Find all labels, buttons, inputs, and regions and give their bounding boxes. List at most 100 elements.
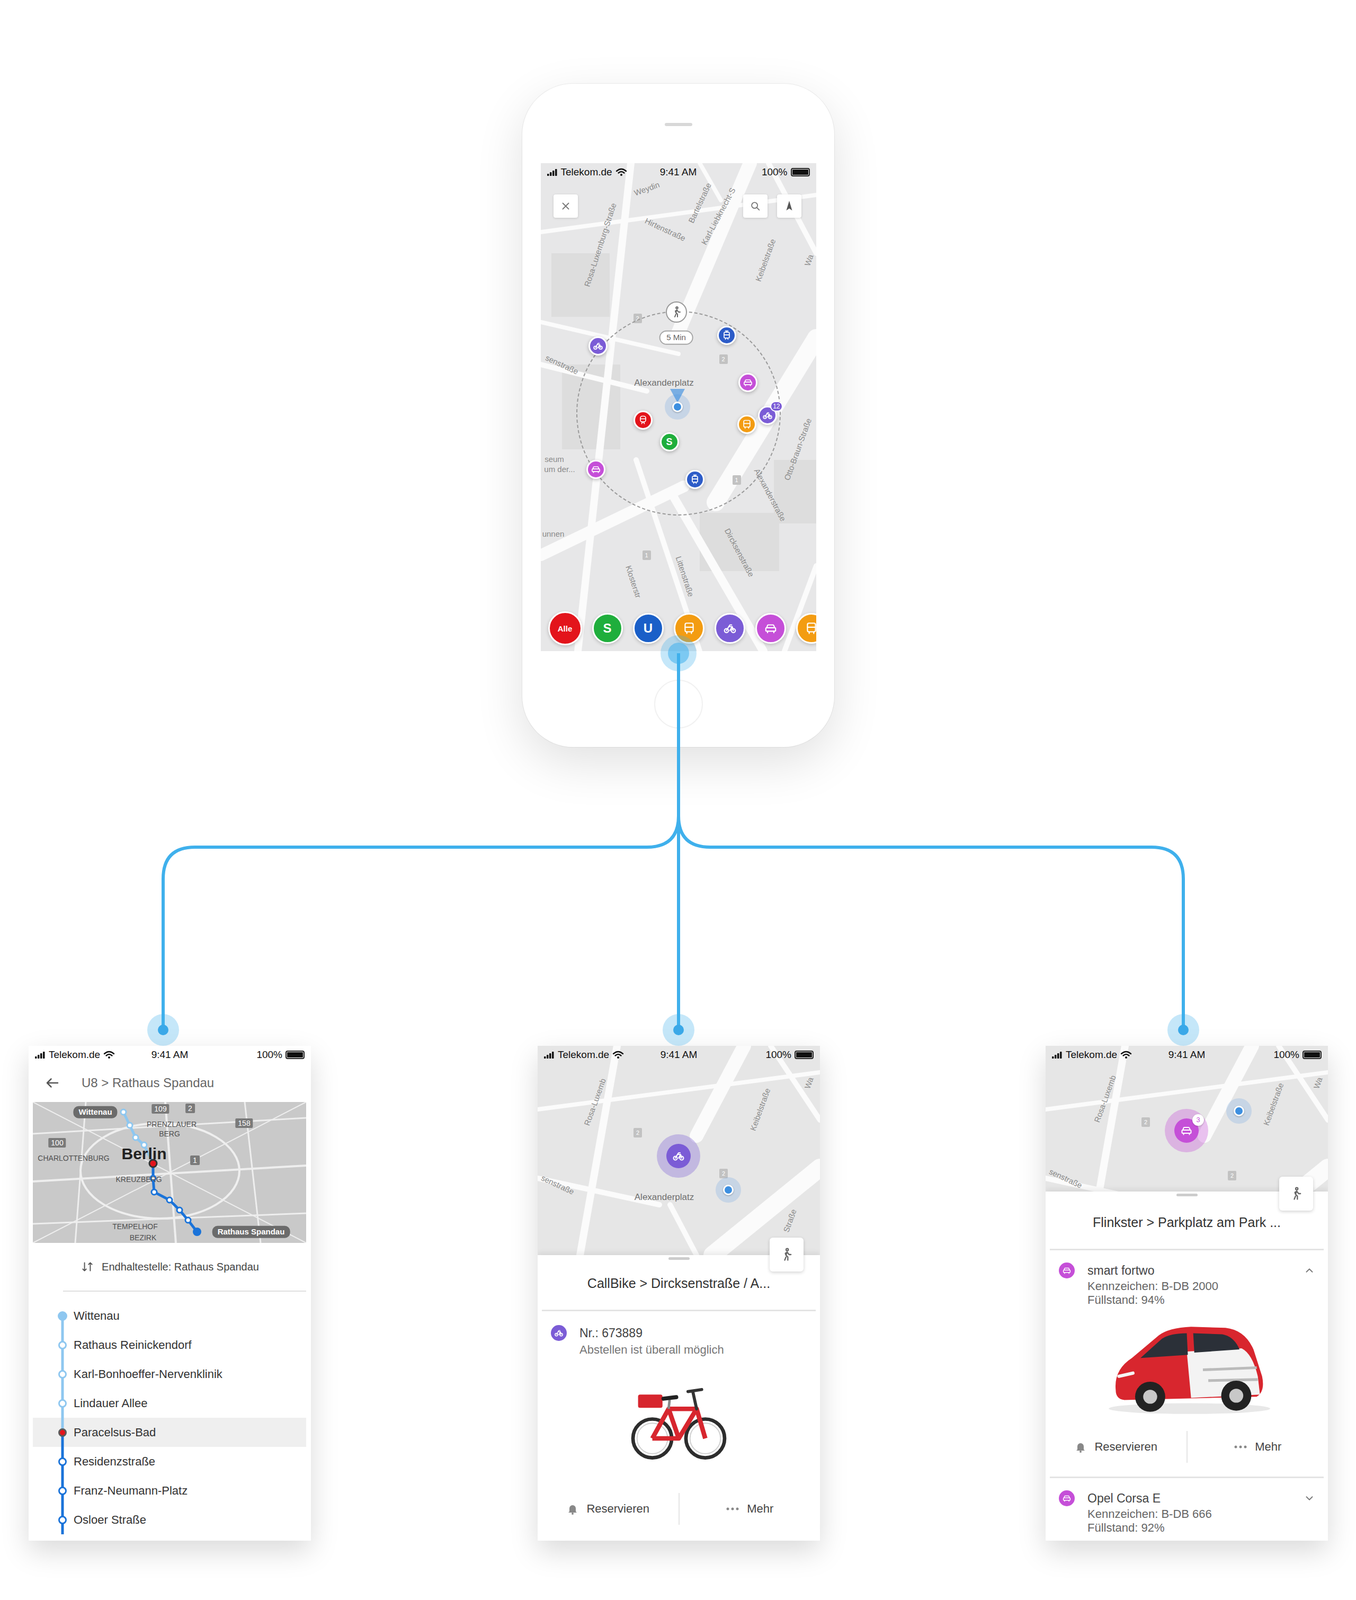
vehicle-item: Opel Corsa EKennzeichen: B-DB 666Füllsta… <box>1045 1477 1328 1535</box>
map-pin[interactable] <box>717 325 737 345</box>
clock: 9:41 AM <box>151 1048 189 1061</box>
map-pin[interactable]: S <box>659 432 680 452</box>
district-label: TEMPELHOF <box>112 1222 158 1230</box>
map[interactable]: Rosa-LuxembKeibelstraßeWasenstraßeStraße… <box>537 1045 820 1255</box>
filter-chip[interactable] <box>673 612 705 644</box>
close-button[interactable] <box>553 194 578 218</box>
walk-route-button[interactable] <box>1279 1176 1314 1211</box>
map-toolbar <box>540 181 817 218</box>
bike-icon <box>554 1327 564 1338</box>
street-label: Keibelstraße <box>753 237 777 283</box>
selected-pin[interactable]: 3 <box>1164 1108 1209 1153</box>
street-label: Straße <box>781 1207 798 1233</box>
map[interactable]: Rosa-LuxembKeibelstraßeWasenstraße223Tel… <box>1045 1045 1328 1192</box>
district-label: BERG <box>158 1129 181 1138</box>
train-icon <box>637 414 649 426</box>
car-icon <box>742 377 754 388</box>
road-number: 1 <box>190 1155 200 1165</box>
stop-row[interactable]: Lindauer Allee <box>32 1388 307 1418</box>
filter-chip[interactable] <box>755 612 787 644</box>
speaker-slot <box>664 122 693 127</box>
home-button[interactable] <box>654 679 703 729</box>
vehicle-header[interactable]: smart fortwoKennzeichen: B-DB 2000Füllst… <box>1045 1250 1328 1307</box>
stop-row[interactable]: Franz-Neumann-Platz <box>32 1475 307 1505</box>
stop-row[interactable]: Residenzstraße <box>32 1446 307 1476</box>
swap-direction-icon[interactable] <box>80 1259 95 1274</box>
action-button[interactable]: Mehr <box>1186 1430 1329 1463</box>
wifi-icon <box>612 1050 624 1059</box>
phone-frame: WeydinBartelstraßeKarl-Liebknecht-SHirte… <box>522 83 835 747</box>
filter-chip[interactable] <box>714 612 746 644</box>
compass-icon <box>783 199 796 213</box>
stop-dot-icon <box>57 1310 68 1321</box>
stop-row[interactable]: Karl-Bonhoeffer-Nervenklinik <box>32 1359 307 1389</box>
map-pin[interactable]: 12 <box>757 405 778 425</box>
road-number: 109 <box>151 1103 169 1114</box>
walk-marker <box>665 301 688 323</box>
filter-chip[interactable] <box>796 612 817 644</box>
route-marker: 1 <box>732 475 742 485</box>
target-node <box>1167 1013 1200 1046</box>
stop-dot-icon <box>58 1340 67 1350</box>
bike-photo <box>537 1372 820 1465</box>
map-pin[interactable] <box>586 459 606 479</box>
line-rail <box>56 1330 69 1360</box>
stop-row[interactable]: Rathaus Reinickendorf <box>32 1330 307 1360</box>
battery-icon <box>790 167 810 177</box>
back-arrow-icon[interactable] <box>44 1074 61 1091</box>
map-pin[interactable] <box>633 410 653 430</box>
pin-count-badge: 12 <box>770 400 783 412</box>
filter-chip[interactable]: U <box>632 612 664 644</box>
line-rail <box>56 1446 69 1476</box>
bike-detail-screen: Rosa-LuxembKeibelstraßeWasenstraßeStraße… <box>537 1045 820 1541</box>
stop-row[interactable]: Wittenau <box>32 1300 307 1331</box>
destination-row: Endhaltestelle: Rathaus Spandau <box>28 1242 311 1291</box>
tram-icon <box>721 329 733 341</box>
signal-icon <box>547 168 558 176</box>
sheet-title: Flinkster > Parkplatz am Park ... <box>1045 1214 1328 1249</box>
map-pin[interactable] <box>737 414 757 434</box>
north-button[interactable] <box>777 194 802 218</box>
search-button[interactable] <box>743 194 768 218</box>
road-number: 100 <box>48 1137 66 1148</box>
walk-route-button[interactable] <box>769 1237 804 1272</box>
header: U8 > Rathaus Spandau <box>28 1063 311 1102</box>
station-tag: Wittenau <box>73 1105 118 1119</box>
carrier-name: Telekom.de <box>1065 1048 1118 1061</box>
route-marker: 2 <box>1227 1170 1237 1181</box>
map-pin[interactable] <box>738 372 758 392</box>
action-bar: ReservierenMehr <box>537 1492 820 1525</box>
district-label: BEZIRK <box>129 1233 157 1242</box>
clock: 9:41 AM <box>660 1048 698 1061</box>
map[interactable]: WeydinBartelstraßeKarl-Liebknecht-SHirte… <box>540 163 817 651</box>
selected-pin[interactable] <box>656 1134 701 1178</box>
car-icon <box>590 464 602 475</box>
battery-percent: 100% <box>765 1048 792 1061</box>
battery-percent: 100% <box>761 166 788 178</box>
clock: 9:41 AM <box>659 166 698 178</box>
stop-row[interactable]: Osloer Straße <box>32 1504 307 1534</box>
filter-chip[interactable]: Alle <box>548 611 583 646</box>
map-pin[interactable] <box>588 336 608 356</box>
sheet-handle[interactable] <box>668 1256 690 1260</box>
vehicle-header[interactable]: Opel Corsa EKennzeichen: B-DB 666Füllsta… <box>1045 1477 1328 1535</box>
filter-chip[interactable]: S <box>592 612 623 644</box>
route-map[interactable]: WittenauRathaus Spandau10921581001PRENZL… <box>32 1101 307 1243</box>
carrier-name: Telekom.de <box>48 1048 101 1061</box>
action-button[interactable]: Reservieren <box>1045 1430 1187 1463</box>
filter-bar: Alle SU <box>540 611 817 651</box>
sheet-handle[interactable] <box>1176 1193 1198 1197</box>
stop-row[interactable]: Paracelsus-Bad <box>32 1417 307 1447</box>
action-button[interactable]: Mehr <box>678 1492 821 1525</box>
chevron-icon[interactable] <box>1303 1264 1316 1277</box>
battery-icon <box>285 1050 305 1059</box>
status-bar: Telekom.de9:41 AM100% <box>28 1045 311 1064</box>
car-icon <box>1062 1493 1072 1503</box>
battery-icon <box>794 1050 814 1059</box>
action-button[interactable]: Reservieren <box>537 1492 679 1525</box>
wifi-icon <box>103 1050 115 1059</box>
chevron-icon[interactable] <box>1303 1492 1316 1504</box>
walk-icon <box>1288 1185 1304 1201</box>
map-pin[interactable] <box>685 469 705 489</box>
bike-item[interactable]: Nr.: 673889Abstellen ist überall möglich <box>537 1310 820 1358</box>
